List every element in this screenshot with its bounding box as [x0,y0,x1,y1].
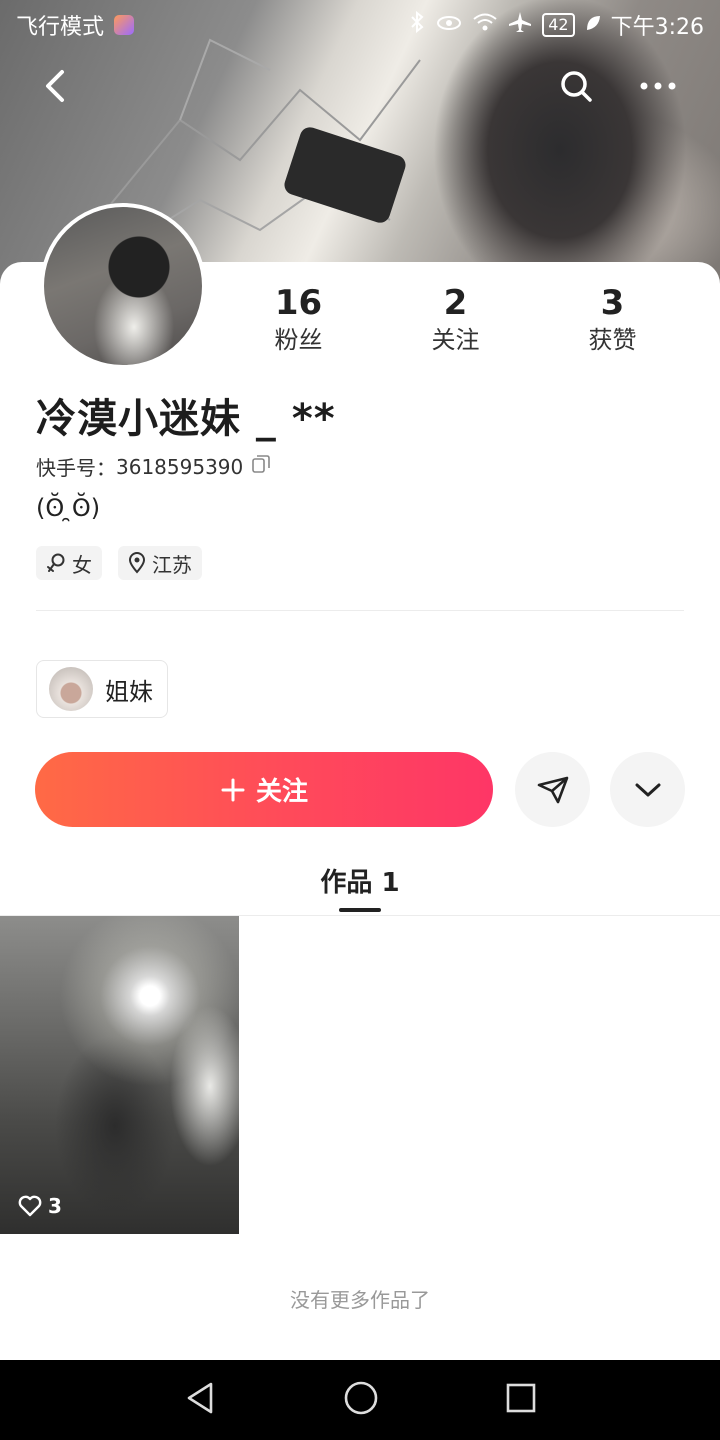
stat-label: 获赞 [588,326,637,354]
tab-indicator [339,908,381,912]
square-recents-icon [506,1383,536,1413]
plus-icon [221,778,245,801]
stat-label: 关注 [431,326,480,354]
section-divider [36,610,684,611]
triangle-back-icon [187,1382,213,1414]
no-more-works-text: 没有更多作品了 [290,1288,430,1312]
user-id-label: 快手号： [36,456,116,480]
profile-stats: 16 粉丝 2 关注 3 获赞 [220,282,700,356]
more-options-button[interactable] [628,56,688,116]
content-tabs: 作品 1 [0,848,720,916]
user-id-row: 快手号： 3618595390 [36,452,271,481]
stat-likes[interactable]: 3 获赞 [534,282,691,356]
more-dots-icon [640,82,676,90]
app-notification-icon [114,15,135,35]
message-button[interactable] [515,752,590,827]
stat-followers[interactable]: 16 粉丝 [220,282,377,356]
stat-following[interactable]: 2 关注 [377,282,534,356]
stat-value: 3 [600,283,625,323]
eye-comfort-icon [436,13,462,38]
female-icon [47,553,65,572]
follow-button[interactable]: 关注 [35,752,493,827]
follow-label: 关注 [255,776,308,806]
stat-label: 粉丝 [274,326,323,354]
user-id-value: 3618595390 [116,454,244,479]
tag-gender: 女 [36,546,102,580]
recents-nav-button[interactable] [505,1382,537,1418]
airplane-mode-text: 飞行模式 [16,15,105,40]
relationship-chip[interactable]: 姐妹 [36,660,168,718]
back-button[interactable] [26,56,86,116]
home-nav-button[interactable] [343,1380,379,1420]
tag-location: 江苏 [118,546,202,580]
chevron-down-icon [635,783,660,796]
back-nav-button[interactable] [183,1380,217,1420]
status-bar: 飞行模式 42 下午3:26 [0,0,720,50]
tab-works[interactable]: 作品 1 [0,862,720,899]
airplane-icon [508,11,532,39]
tag-label: 女 [72,552,92,577]
work-like-count: 3 [18,1194,62,1218]
top-navigation [0,56,720,116]
search-icon [561,71,592,102]
stat-value: 2 [443,283,468,323]
circle-home-icon [344,1381,378,1415]
chip-avatar [49,667,93,711]
username: 冷漠小迷妹 _ ** [36,396,336,442]
copy-icon[interactable] [251,454,271,479]
system-navigation-bar [0,1360,720,1440]
stat-value: 16 [274,283,323,323]
profile-tags: 女 江苏 [36,546,202,580]
work-thumbnail[interactable]: 3 [0,916,239,1234]
clock-time: 下午3:26 [610,15,704,40]
bio-text: (ʘ̆ ̯ʘ̆) [36,494,101,522]
send-plane-icon [537,776,568,803]
leaf-icon [585,13,601,38]
wifi-icon [472,12,498,38]
chip-label: 姐妹 [105,677,153,706]
avatar[interactable] [40,203,206,369]
bluetooth-icon [408,10,426,39]
expand-button[interactable] [610,752,685,827]
battery-indicator: 42 [542,13,575,37]
location-pin-icon [128,552,146,574]
tag-label: 江苏 [152,552,192,577]
back-arrow-icon [46,70,64,102]
like-count-value: 3 [48,1194,62,1218]
heart-icon [18,1195,42,1217]
search-button[interactable] [546,56,606,116]
